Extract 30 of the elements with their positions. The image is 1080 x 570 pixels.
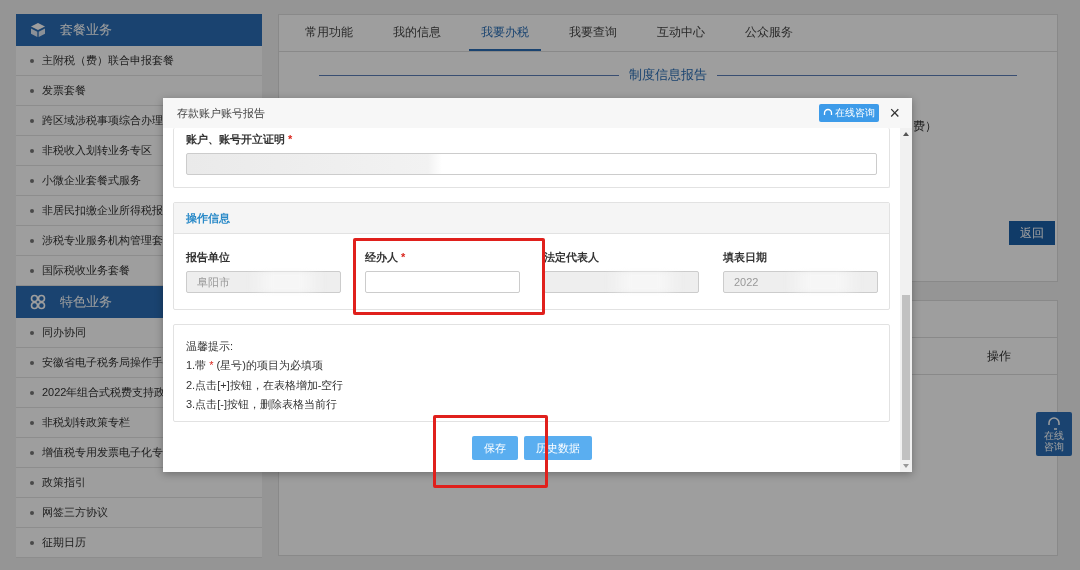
headset-icon	[823, 108, 834, 118]
sidebar-section-header[interactable]: 套餐业务	[16, 14, 262, 46]
nav-tab[interactable]: 常用功能	[293, 15, 365, 51]
column-header: 操作	[987, 347, 1011, 365]
section-title: 操作信息	[174, 203, 889, 234]
nav-tab[interactable]: 互动中心	[645, 15, 717, 51]
online-help-button[interactable]: 在线咨询	[1036, 412, 1072, 456]
headset-icon	[1047, 416, 1061, 430]
field-label: 经办人 *	[365, 250, 407, 265]
section-heading: 制度信息报告	[629, 66, 707, 84]
sidebar-item[interactable]: 征期日历	[16, 528, 262, 558]
nav-tab[interactable]: 我的信息	[381, 15, 453, 51]
cube-icon	[30, 22, 46, 38]
input-field[interactable]	[186, 153, 877, 175]
nav-tab[interactable]: 我要查询	[557, 15, 629, 51]
back-button[interactable]: 返回	[1009, 221, 1055, 245]
section-title: 特色业务	[60, 293, 112, 311]
nav-tab[interactable]: 公众服务	[733, 15, 805, 51]
scrollbar[interactable]	[900, 128, 912, 472]
text-fragment: 费）	[913, 118, 937, 135]
input-field[interactable]	[544, 271, 699, 293]
close-button[interactable]: ×	[887, 104, 902, 122]
section-title: 套餐业务	[60, 21, 112, 39]
input-field[interactable]	[365, 271, 520, 293]
sidebar-item[interactable]: 网签三方协议	[16, 498, 262, 528]
field-label: 法定代表人	[544, 250, 600, 265]
field-label: 填表日期	[723, 250, 768, 265]
sidebar-item[interactable]: 主附税（费）联合申报套餐	[16, 46, 262, 76]
clover-icon	[30, 294, 46, 310]
nav-tab[interactable]: 我要办税	[469, 15, 541, 51]
